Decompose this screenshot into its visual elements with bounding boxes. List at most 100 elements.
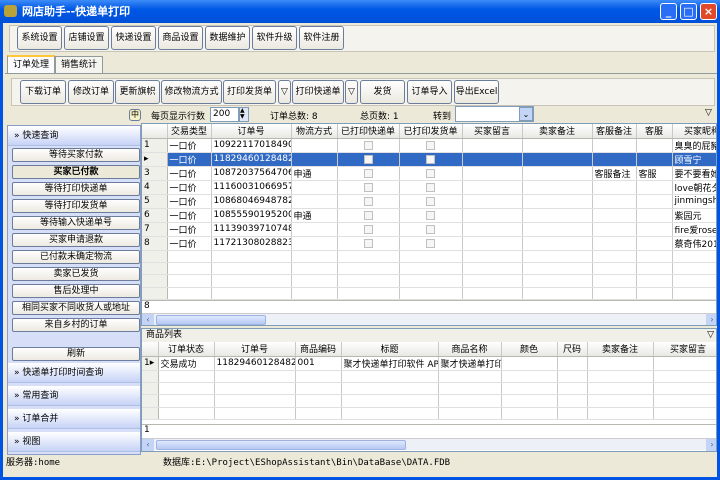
- checkbox[interactable]: [363, 140, 373, 150]
- checkbox[interactable]: [363, 182, 373, 192]
- column-header[interactable]: 订单状态: [158, 342, 215, 357]
- column-header[interactable]: 卖家备注: [522, 124, 593, 139]
- quick-query-item[interactable]: 相同买家不同收货人或地址: [12, 301, 140, 315]
- table-row[interactable]: 4 一口价 111600310669574 love朝花夕: [142, 180, 716, 195]
- checkbox-cell[interactable]: [399, 166, 463, 181]
- main-toolbar-button[interactable]: 商品设置: [158, 26, 203, 50]
- scroll-right-icon[interactable]: ›: [706, 314, 716, 325]
- checkbox-cell[interactable]: [399, 152, 463, 167]
- checkbox-cell[interactable]: [337, 236, 400, 251]
- checkbox-cell[interactable]: [337, 208, 400, 223]
- print-express-button[interactable]: 打印快递单: [292, 80, 344, 104]
- column-header[interactable]: 订单号: [211, 124, 292, 139]
- checkbox-cell[interactable]: [337, 222, 400, 237]
- products-hscrollbar[interactable]: ‹ ›: [142, 438, 716, 451]
- main-toolbar-button[interactable]: 系统设置: [17, 26, 62, 50]
- quick-query-item[interactable]: 等待买家付款: [12, 148, 140, 162]
- refresh-button[interactable]: 刷新: [12, 347, 140, 361]
- column-header[interactable]: 物流方式: [291, 124, 338, 139]
- orders-hscrollbar[interactable]: ‹ ›: [142, 313, 716, 325]
- checkbox[interactable]: [426, 154, 435, 164]
- edit-logistics-button[interactable]: 修改物流方式: [161, 80, 222, 104]
- print-invoice-dropdown[interactable]: ▽: [278, 80, 291, 104]
- grid-menu-icon[interactable]: ▽: [705, 108, 712, 118]
- column-header[interactable]: [142, 124, 168, 139]
- column-header[interactable]: 已打印快递单: [337, 124, 400, 139]
- quick-query-item[interactable]: 等待打印发货单: [12, 199, 140, 213]
- quick-query-item[interactable]: 售后处理中: [12, 284, 140, 298]
- column-header[interactable]: [142, 342, 159, 357]
- export-excel-button[interactable]: 导出Excel: [454, 80, 499, 104]
- quick-query-item[interactable]: 卖家已发货: [12, 267, 140, 281]
- quick-query-header[interactable]: » 快速查询: [8, 126, 140, 146]
- column-header[interactable]: 买家留言: [462, 124, 523, 139]
- checkbox-cell[interactable]: [399, 194, 463, 209]
- table-row[interactable]: 6 一口价 108555901952003 申通 紫园元: [142, 208, 716, 223]
- checkbox-cell[interactable]: [337, 166, 400, 181]
- checkbox[interactable]: [363, 154, 373, 164]
- column-header[interactable]: 商品编码: [295, 342, 342, 357]
- table-row[interactable]: 7 一口价 111390397107483 fire爱rose: [142, 222, 716, 237]
- column-header[interactable]: 买家昵称: [672, 124, 716, 139]
- section-header[interactable]: » 视图: [8, 432, 140, 452]
- print-invoice-button[interactable]: 打印发货单: [223, 80, 276, 104]
- pin-icon[interactable]: 中: [129, 109, 141, 121]
- scroll-left-icon[interactable]: ‹: [142, 314, 154, 325]
- chevron-down-icon[interactable]: ⌄: [519, 107, 533, 121]
- rows-spinner[interactable]: ▲ ▼: [239, 107, 249, 122]
- print-express-dropdown[interactable]: ▽: [345, 80, 358, 104]
- table-row[interactable]: 1▸ 交易成功 118294601284827 001 聚才快递单打印软件 AP 聚才快递…: [142, 356, 716, 371]
- checkbox-cell[interactable]: [337, 138, 400, 153]
- quick-query-item[interactable]: 来自乡村的订单: [12, 318, 140, 332]
- products-menu-icon[interactable]: ▽: [707, 329, 714, 342]
- minimize-button[interactable]: _: [660, 3, 677, 20]
- quick-query-item[interactable]: 买家已付款: [12, 165, 140, 179]
- import-orders-button[interactable]: 订单导入: [407, 80, 452, 104]
- checkbox[interactable]: [363, 224, 373, 234]
- main-toolbar-button[interactable]: 数据维护: [205, 26, 250, 50]
- main-toolbar-button[interactable]: 店铺设置: [64, 26, 109, 50]
- checkbox-cell[interactable]: [399, 208, 463, 223]
- checkbox-cell[interactable]: [399, 180, 463, 195]
- update-flag-button[interactable]: 更新旗帜: [115, 80, 160, 104]
- column-header[interactable]: 客服备注: [592, 124, 637, 139]
- download-orders-button[interactable]: 下载订单: [20, 80, 66, 104]
- column-header[interactable]: 尺码: [557, 342, 588, 357]
- maximize-button[interactable]: □: [680, 3, 697, 20]
- table-row[interactable]: 8 一口价 117213080288239 蔡奇伟201: [142, 236, 716, 251]
- checkbox[interactable]: [363, 238, 373, 248]
- checkbox[interactable]: [363, 210, 373, 220]
- table-row[interactable]: 5一口价108680469487826 jinmingsher: [142, 194, 716, 209]
- table-row[interactable]: ▸ 一口价 118294601284827 顾雪宁: [142, 152, 716, 167]
- rows-per-page-input[interactable]: 200: [210, 107, 239, 122]
- checkbox-cell[interactable]: [337, 194, 400, 209]
- checkbox[interactable]: [426, 210, 435, 220]
- checkbox-cell[interactable]: [337, 152, 400, 167]
- column-header[interactable]: 已打印发货单: [399, 124, 463, 139]
- checkbox[interactable]: [426, 140, 435, 150]
- column-header[interactable]: 客服: [636, 124, 673, 139]
- checkbox[interactable]: [426, 168, 435, 178]
- checkbox-cell[interactable]: [337, 180, 400, 195]
- tab-sales-stats[interactable]: 销售统计: [55, 56, 104, 73]
- table-row[interactable]: 3 一口价 108720375647069 申通 客服备注 客服 要不要看她: [142, 166, 716, 181]
- scroll-right-icon[interactable]: ›: [706, 439, 716, 451]
- section-header[interactable]: » 快递单打印时间查询: [8, 363, 140, 383]
- edit-order-button[interactable]: 修改订单: [68, 80, 114, 104]
- checkbox[interactable]: [426, 238, 435, 248]
- column-header[interactable]: 订单号: [214, 342, 296, 357]
- checkbox-cell[interactable]: [399, 222, 463, 237]
- checkbox[interactable]: [363, 196, 373, 206]
- checkbox[interactable]: [426, 224, 435, 234]
- main-toolbar-button[interactable]: 软件升级: [252, 26, 297, 50]
- quick-query-item[interactable]: 等待打印快递单: [12, 182, 140, 196]
- tab-order-processing[interactable]: 订单处理: [7, 55, 56, 73]
- main-toolbar-button[interactable]: 软件注册: [299, 26, 344, 50]
- close-button[interactable]: ×: [700, 3, 717, 20]
- column-header[interactable]: 交易类型: [167, 124, 212, 139]
- column-header[interactable]: 标题: [341, 342, 439, 357]
- section-header[interactable]: » 订单合并: [8, 409, 140, 429]
- checkbox-cell[interactable]: [399, 236, 463, 251]
- table-row[interactable]: 1 一口价 109221170184904 臭臭的屁豬: [142, 138, 716, 153]
- quick-query-item[interactable]: 买家申请退款: [12, 233, 140, 247]
